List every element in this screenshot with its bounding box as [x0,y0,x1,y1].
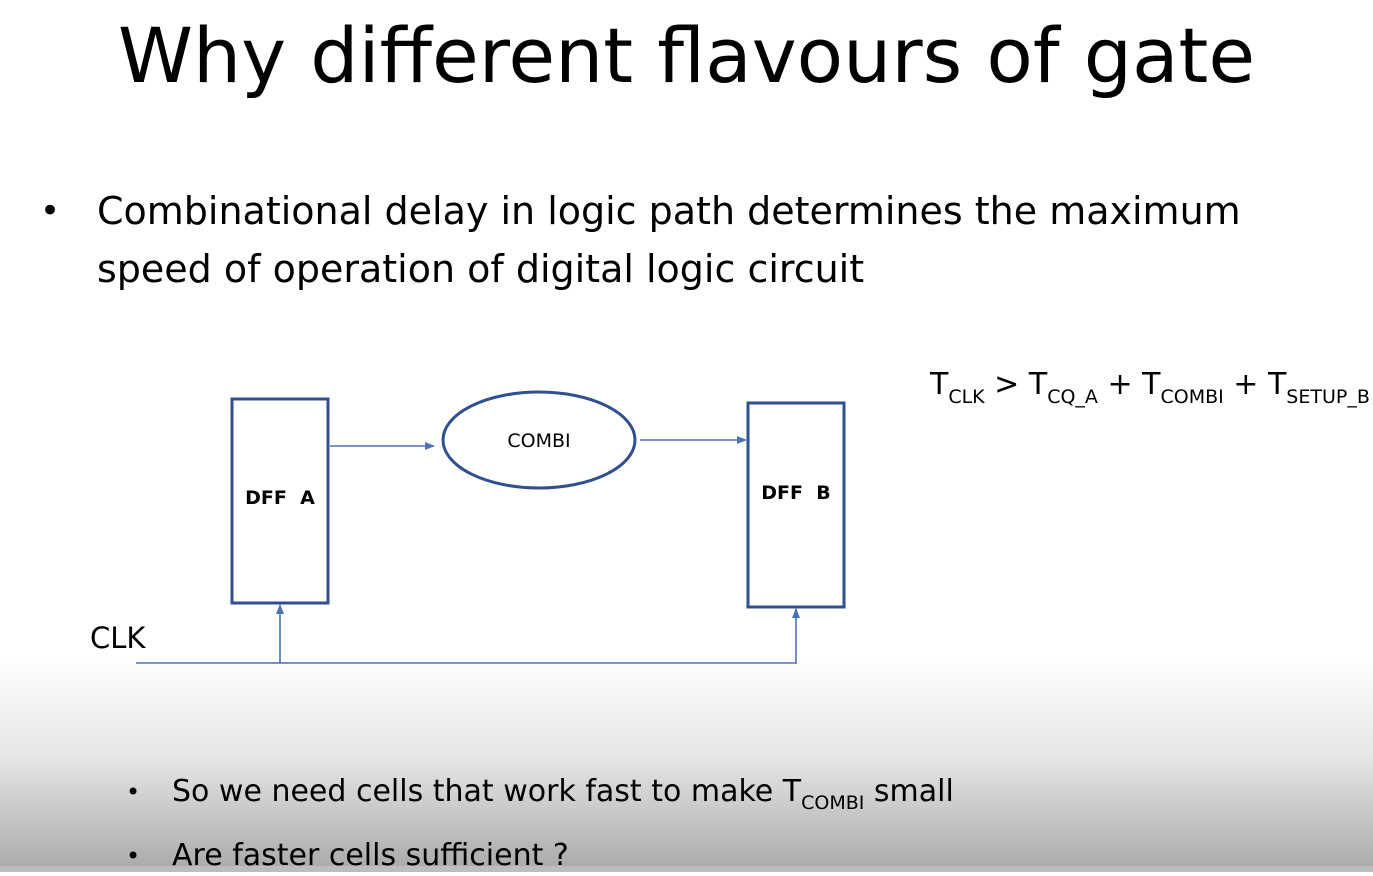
dff-b-box [746,401,846,609]
formula-t-setup: T [1267,367,1287,402]
timing-formula: TCLK > TCQ_A + TCOMBI + TSETUP_B [930,365,1370,408]
formula-op-plus-2: + [1223,367,1268,402]
combi-label: COMBI [507,430,570,452]
formula-sub-setup: SETUP_B [1286,386,1370,408]
lower-bullet-2-text: Are faster cells sufficient ? [172,838,569,873]
lower-bullet-1-post: small [864,774,954,809]
formula-sub-clk: CLK [948,386,985,408]
formula-t-combi: T [1142,367,1161,402]
formula-sub-combi: COMBI [1160,386,1224,408]
dff-b-label: DFF B [761,482,830,504]
lower-bullet-1-text: So we need cells that work fast to make … [172,772,954,815]
lower-bullet-1-sub: COMBI [801,792,865,814]
bullet-marker: • [126,842,141,870]
circuit-diagram: DFF A COMBI DFF B CLK [90,390,846,664]
formula-op-gt: > [984,367,1029,402]
formula-t-clk: T [930,367,949,402]
clk-label: CLK [90,621,146,655]
formula-t-cq: T [1028,367,1048,402]
formula-op-plus-1: + [1097,367,1143,402]
lower-bullet-1-pre: So we need cells that work fast to make … [172,774,802,809]
dff-a-label: DFF A [245,487,315,509]
bullet-marker: • [126,778,141,806]
formula-sub-cq: CQ_A [1047,386,1098,408]
